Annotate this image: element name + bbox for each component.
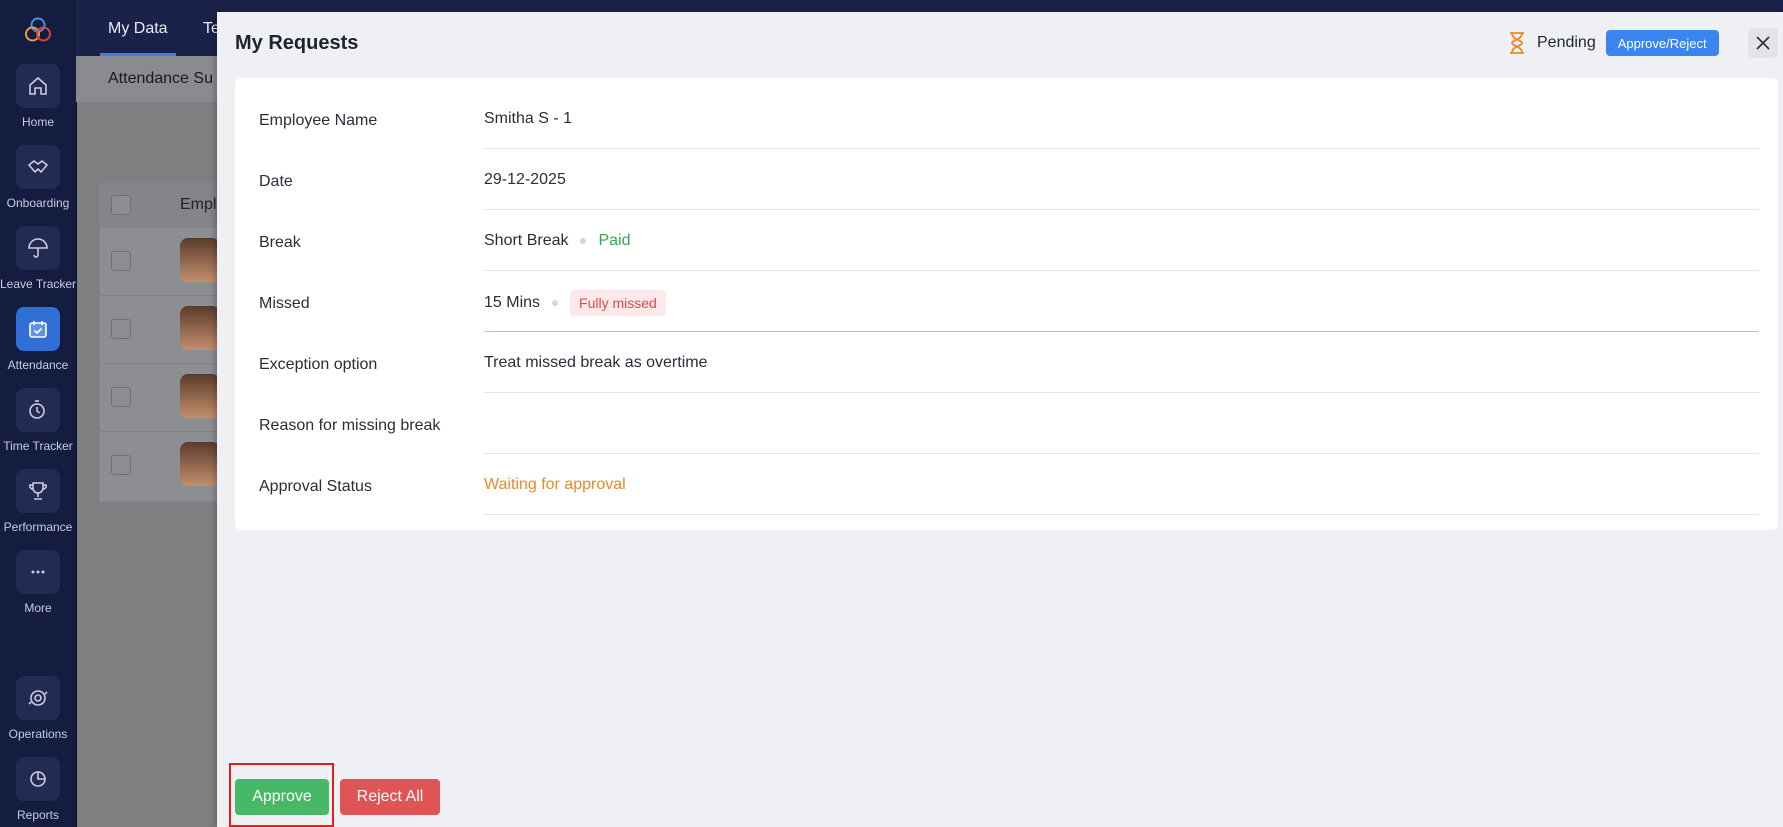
approve-reject-button[interactable]: Approve/Reject <box>1605 30 1719 56</box>
approve-button[interactable]: Approve <box>235 779 329 815</box>
stopwatch-icon <box>16 388 60 432</box>
handshake-icon <box>16 145 60 189</box>
pie-chart-icon <box>16 757 60 801</box>
field-divider <box>484 514 1759 515</box>
nav-label: Leave Tracker <box>0 277 77 291</box>
field-reason: Reason for missing break <box>259 393 1759 454</box>
field-missed: Missed 15 Mins Fully missed <box>259 271 1759 332</box>
field-date: Date 29-12-2025 <box>259 149 1759 210</box>
field-exception-option: Exception option Treat missed break as o… <box>259 332 1759 393</box>
separator-dot <box>552 300 559 306</box>
app-logo-icon[interactable] <box>22 14 54 46</box>
nav-item-home[interactable]: Home <box>0 64 76 129</box>
field-label: Date <box>259 173 293 190</box>
nav-label: Onboarding <box>6 196 70 210</box>
nav-item-more[interactable]: More <box>0 550 76 615</box>
employee-name-value: Smitha S - 1 <box>484 110 573 127</box>
break-type-value: Short Break <box>484 232 569 249</box>
request-details-drawer: My Requests Pending Approve/Reject Emplo… <box>217 12 1783 827</box>
request-status: Pending Approve/Reject <box>1507 30 1719 56</box>
fully-missed-badge: Fully missed <box>570 290 666 316</box>
more-icon <box>16 550 60 594</box>
row-checkbox[interactable] <box>111 251 131 271</box>
exception-value: Treat missed break as overtime <box>484 354 708 371</box>
nav-item-reports[interactable]: Reports <box>0 757 76 822</box>
app-window: Home Onboarding Leave Tracker Attendance <box>0 0 1783 827</box>
nav-label: Home <box>21 115 54 129</box>
date-value: 29-12-2025 <box>484 171 566 188</box>
avatar <box>180 238 220 282</box>
nav-label: Operations <box>8 727 68 741</box>
field-value: Waiting for approval <box>484 476 626 494</box>
drawer-title: My Requests <box>235 32 359 54</box>
field-employee-name: Employee Name Smitha S - 1 <box>259 88 1759 149</box>
avatar <box>180 374 220 418</box>
trophy-icon <box>16 469 60 513</box>
nav-label: More <box>24 601 52 615</box>
home-icon <box>16 64 60 108</box>
select-all-checkbox[interactable] <box>111 195 131 215</box>
hourglass-icon <box>1510 32 1524 54</box>
close-icon <box>1756 36 1770 50</box>
approval-status-value: Waiting for approval <box>484 476 626 493</box>
field-value: 15 Mins Fully missed <box>484 290 666 316</box>
missed-duration-value: 15 Mins <box>484 294 541 311</box>
field-approval-status: Approval Status Waiting for approval <box>259 454 1759 515</box>
background-subtitle: Attendance Su <box>108 70 213 87</box>
separator-dot <box>580 238 587 244</box>
operations-icon <box>16 676 60 720</box>
nav-label: Reports <box>16 808 60 822</box>
row-checkbox[interactable] <box>111 387 131 407</box>
field-value: Smitha S - 1 <box>484 110 572 128</box>
reject-all-button[interactable]: Reject All <box>340 779 440 815</box>
field-value: Short Break Paid <box>484 232 631 250</box>
nav-item-performance[interactable]: Performance <box>0 469 76 534</box>
field-label: Exception option <box>259 356 378 373</box>
nav-label: Time Tracker <box>3 439 73 453</box>
field-label: Employee Name <box>259 112 378 129</box>
nav-item-operations[interactable]: Operations <box>0 676 76 741</box>
field-value: Treat missed break as overtime <box>484 354 707 372</box>
field-label: Missed <box>259 295 310 312</box>
tab-my-data[interactable]: My Data <box>108 20 168 38</box>
side-nav-rail: Home Onboarding Leave Tracker Attendance <box>0 0 77 827</box>
field-label: Approval Status <box>259 478 372 495</box>
field-break: Break Short Break Paid <box>259 210 1759 271</box>
row-checkbox[interactable] <box>111 455 131 475</box>
nav-item-onboarding[interactable]: Onboarding <box>0 145 76 210</box>
nav-item-leave-tracker[interactable]: Leave Tracker <box>0 226 76 291</box>
close-button[interactable] <box>1748 28 1778 58</box>
avatar <box>180 306 220 350</box>
field-value: 29-12-2025 <box>484 171 566 189</box>
nav-item-attendance[interactable]: Attendance <box>0 307 76 372</box>
nav-item-time-tracker[interactable]: Time Tracker <box>0 388 76 453</box>
umbrella-icon <box>16 226 60 270</box>
paid-tag: Paid <box>598 232 631 249</box>
field-label: Break <box>259 234 301 251</box>
request-details-card: Employee Name Smitha S - 1 Date 29-12-20… <box>235 78 1778 530</box>
calendar-check-icon <box>16 307 60 351</box>
nav-label: Performance <box>3 520 73 534</box>
field-label: Reason for missing break <box>259 417 441 434</box>
avatar <box>180 442 220 486</box>
status-text: Pending <box>1537 34 1596 51</box>
background-table-header-text: Empl <box>180 196 217 213</box>
nav-label: Attendance <box>7 358 69 372</box>
row-checkbox[interactable] <box>111 319 131 339</box>
